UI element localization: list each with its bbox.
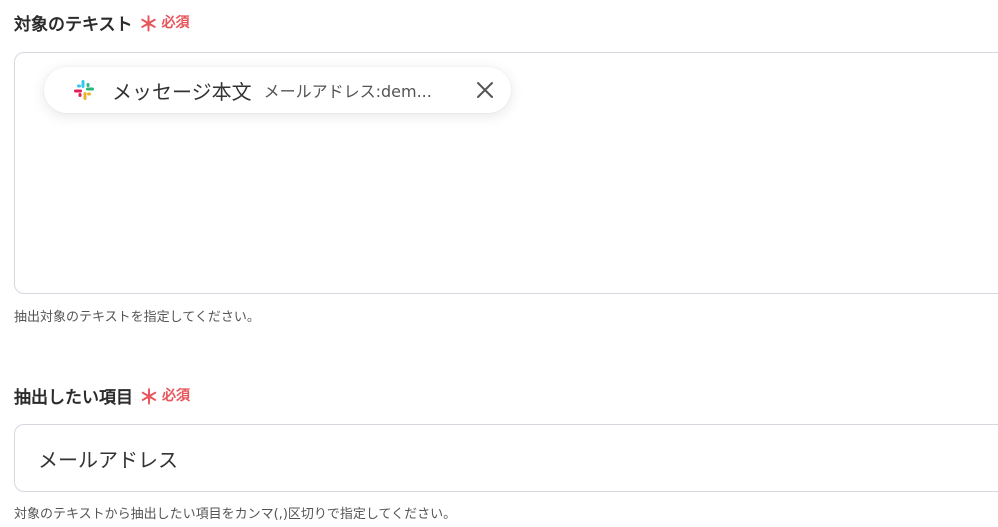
field-target-text-label: 対象のテキスト (14, 14, 133, 35)
slack-icon (72, 78, 96, 102)
required-badge: 必須 (162, 388, 190, 404)
variable-chip[interactable]: メッセージ本文 メールアドレス:dem... (44, 67, 511, 113)
target-text-help: 抽出対象のテキストを指定してください。 (14, 310, 260, 325)
field-extract-items-label-row: 抽出したい項目 ＊ 必須 (14, 383, 190, 409)
field-extract-items-label: 抽出したい項目 (14, 387, 133, 408)
extract-items-input[interactable]: メールアドレス (14, 424, 998, 492)
required-badge: 必須 (161, 15, 190, 31)
chip-title: メッセージ本文 (112, 79, 252, 104)
extract-items-help: 対象のテキストから抽出したい項目をカンマ(,)区切りで指定してください。 (14, 507, 457, 522)
required-asterisk: ＊ (139, 385, 159, 409)
field-target-text-label-row: 対象のテキスト ＊ 必須 (14, 10, 190, 36)
extract-items-value: メールアドレス (38, 447, 178, 472)
chip-subtitle: メールアドレス:dem... (263, 82, 432, 101)
required-asterisk: ＊ (138, 12, 159, 36)
close-icon[interactable] (473, 78, 497, 102)
